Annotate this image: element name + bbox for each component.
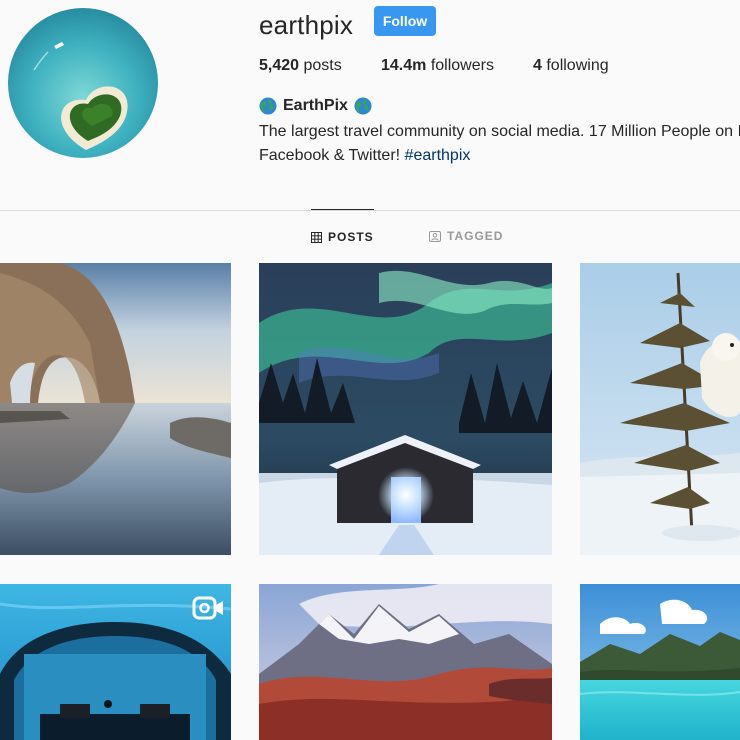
post-tile-polar-bear[interactable] [580, 263, 740, 555]
following-count[interactable]: 4 following [533, 56, 609, 76]
followers-count-label: followers [426, 57, 494, 74]
polar-bear-tree-image [580, 263, 740, 555]
bio-hashtag-link[interactable]: #earthpix [405, 147, 471, 164]
profile-bio: The largest travel community on social m… [259, 120, 740, 168]
bio-text: Facebook & Twitter! [259, 147, 405, 164]
tab-posts-label: POSTS [328, 230, 374, 244]
following-count-label: following [541, 57, 609, 74]
turquoise-lagoon-image [580, 584, 740, 740]
globe-icon [259, 97, 277, 115]
profile-full-name: EarthPix [259, 97, 372, 115]
profile-username: earthpix [259, 10, 354, 40]
follow-button[interactable]: Follow [374, 6, 436, 36]
followers-count[interactable]: 14.4m followers [381, 56, 494, 76]
tab-posts[interactable]: POSTS [311, 209, 374, 263]
bio-line: The largest travel community on social m… [259, 123, 740, 140]
globe-icon [354, 97, 372, 115]
posts-count: 5,420 posts [259, 56, 342, 76]
grid-icon [311, 231, 322, 243]
post-tile-underwater-room[interactable] [0, 584, 231, 740]
bio-line: Facebook & Twitter! #earthpix [259, 144, 740, 168]
posts-count-label: posts [299, 57, 342, 74]
aurora-cabin-image [259, 263, 552, 555]
heart-island-image [8, 8, 158, 158]
post-tile-turquoise-lagoon[interactable] [580, 584, 740, 740]
mountain-autumn-image [259, 584, 552, 740]
video-icon [192, 596, 223, 620]
post-tile-aurora-cabin[interactable] [259, 263, 552, 555]
profile-avatar[interactable] [8, 8, 158, 158]
post-tile-mountain-autumn[interactable] [259, 584, 552, 740]
tag-icon [429, 230, 441, 242]
following-count-value: 4 [533, 57, 542, 74]
sea-arch-image [0, 263, 231, 555]
tab-tagged[interactable]: TAGGED [429, 210, 503, 262]
tab-tagged-label: TAGGED [447, 229, 504, 243]
post-tile-sea-arch[interactable] [0, 263, 231, 555]
posts-count-value: 5,420 [259, 57, 300, 74]
followers-count-value: 14.4m [381, 57, 427, 74]
full-name-text: EarthPix [283, 97, 348, 114]
